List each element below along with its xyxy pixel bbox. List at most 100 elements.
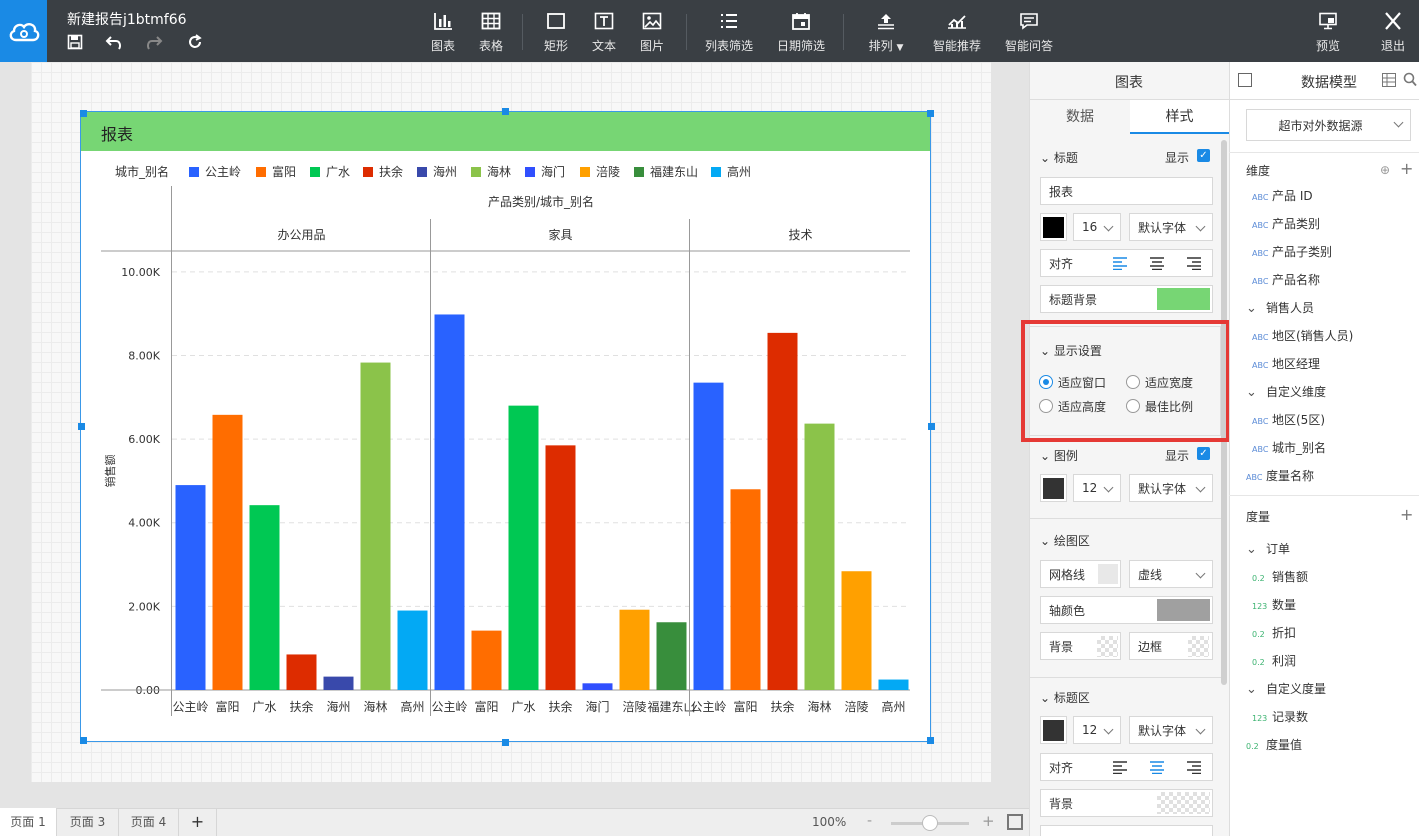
title-color-picker[interactable] xyxy=(1040,213,1067,241)
align-left-icon[interactable] xyxy=(1112,256,1128,273)
page-tab-3[interactable]: 页面 3 xyxy=(57,808,119,836)
plot-section-header[interactable]: ⌄ 绘图区 xyxy=(1040,532,1090,549)
bar[interactable] xyxy=(619,609,650,690)
globe-icon[interactable]: ⊕ xyxy=(1380,163,1390,177)
title-font-size-select[interactable]: 16 xyxy=(1073,213,1121,241)
bar[interactable] xyxy=(878,679,909,690)
bar[interactable] xyxy=(656,622,687,690)
title-area-bg-swatch[interactable] xyxy=(1157,792,1210,814)
title-area-color-picker[interactable] xyxy=(1040,716,1067,744)
title-text-input[interactable]: 报表 xyxy=(1040,177,1213,205)
tab-style[interactable]: 样式 xyxy=(1130,100,1229,134)
legend-show-checkbox[interactable]: ✓ xyxy=(1197,447,1210,460)
field-name: 销售额 xyxy=(1272,570,1309,584)
field-item[interactable]: 0.2 折扣 xyxy=(1252,624,1296,641)
bar[interactable] xyxy=(397,610,428,690)
field-item[interactable]: ABC 地区(销售人员) xyxy=(1252,327,1353,344)
add-measure-icon[interactable]: + xyxy=(1400,505,1413,524)
gridline-style-select[interactable]: 虚线 xyxy=(1129,560,1213,588)
dimension-label: 维度 xyxy=(1246,164,1271,178)
title-section-header[interactable]: ⌄ 标题 xyxy=(1040,149,1078,166)
x-tick-label: 公主岭 xyxy=(431,700,467,714)
field-item[interactable]: 123 记录数 xyxy=(1252,708,1308,725)
title-area-font-family-select[interactable]: 默认字体 xyxy=(1129,716,1213,744)
collapse-panel-icon[interactable] xyxy=(1238,73,1252,87)
search-icon[interactable] xyxy=(1403,72,1417,90)
zoom-in-button[interactable]: + xyxy=(982,812,995,830)
radio-fit-window[interactable] xyxy=(1039,375,1053,389)
align-left-icon[interactable] xyxy=(1112,760,1128,777)
title-area-font-size-select[interactable]: 12 xyxy=(1073,716,1121,744)
plot-border-swatch[interactable] xyxy=(1188,636,1209,657)
field-item[interactable]: 0.2 销售额 xyxy=(1252,568,1308,585)
bar[interactable] xyxy=(841,571,872,690)
table-view-icon[interactable] xyxy=(1382,73,1396,90)
bar[interactable] xyxy=(212,414,243,690)
bar[interactable] xyxy=(582,683,613,690)
datasource-select[interactable]: 超市对外数据源 xyxy=(1246,109,1411,141)
field-folder[interactable]: ⌄ 销售人员 xyxy=(1246,299,1314,316)
radio-best-ratio[interactable] xyxy=(1126,399,1140,413)
next-row-cutoff xyxy=(1040,825,1213,836)
title-area-section-header[interactable]: ⌄ 标题区 xyxy=(1040,689,1090,706)
align-center-icon[interactable] xyxy=(1149,256,1165,273)
legend-font-family-select[interactable]: 默认字体 xyxy=(1129,474,1213,502)
add-dimension-icon[interactable]: + xyxy=(1400,159,1413,178)
field-item[interactable]: 0.2 利润 xyxy=(1252,652,1296,669)
exit-button[interactable]: 退出 xyxy=(1373,10,1413,54)
tab-data[interactable]: 数据 xyxy=(1030,100,1130,134)
radio-fit-width[interactable] xyxy=(1126,375,1140,389)
field-name: 地区(5区) xyxy=(1272,413,1325,427)
align-center-icon[interactable] xyxy=(1149,760,1165,777)
legend-color-picker[interactable] xyxy=(1040,474,1067,502)
bar[interactable] xyxy=(323,676,354,690)
group-label: 家具 xyxy=(548,227,572,242)
best-ratio-label: 最佳比例 xyxy=(1145,400,1194,414)
field-item[interactable]: ABC 地区(5区) xyxy=(1252,411,1325,428)
field-item[interactable]: ABC 产品名称 xyxy=(1252,271,1320,288)
field-folder[interactable]: ⌄ 自定义度量 xyxy=(1246,680,1326,697)
add-page-button[interactable]: + xyxy=(179,808,217,836)
field-item[interactable]: ABC 产品类别 xyxy=(1252,215,1320,232)
preview-button[interactable]: 预览 xyxy=(1308,10,1348,54)
legend-section-header[interactable]: ⌄ 图例 xyxy=(1040,447,1078,464)
bar[interactable] xyxy=(434,314,465,690)
axis-color-swatch[interactable] xyxy=(1157,599,1210,621)
page-tab-1[interactable]: 页面 1 xyxy=(0,808,57,836)
bar[interactable] xyxy=(249,505,280,690)
display-settings-header[interactable]: ⌄ 显示设置 xyxy=(1040,342,1102,359)
field-item[interactable]: 0.2 度量值 xyxy=(1246,736,1302,753)
gridline-color-swatch[interactable] xyxy=(1098,564,1118,584)
bar[interactable] xyxy=(360,362,391,690)
page-tab-4[interactable]: 页面 4 xyxy=(119,808,179,836)
field-folder[interactable]: ⌄ 订单 xyxy=(1246,540,1290,557)
bar[interactable] xyxy=(286,654,317,690)
bar[interactable] xyxy=(545,445,576,690)
legend-font-size-select[interactable]: 12 xyxy=(1073,474,1121,502)
align-right-icon[interactable] xyxy=(1186,760,1202,777)
title-bg-color-swatch[interactable] xyxy=(1157,288,1210,310)
bar[interactable] xyxy=(508,405,539,690)
field-item[interactable]: ABC 度量名称 xyxy=(1246,467,1314,484)
field-item[interactable]: ABC 地区经理 xyxy=(1252,355,1320,372)
title-font-family-select[interactable]: 默认字体 xyxy=(1129,213,1213,241)
bar[interactable] xyxy=(730,489,761,690)
field-item[interactable]: 123 数量 xyxy=(1252,596,1296,613)
group-label: 技术 xyxy=(788,228,812,242)
field-item[interactable]: ABC 产品 ID xyxy=(1252,187,1313,204)
bar[interactable] xyxy=(804,423,835,690)
bar[interactable] xyxy=(175,485,206,690)
zoom-slider-handle[interactable] xyxy=(922,815,938,831)
field-folder[interactable]: ⌄ 自定义维度 xyxy=(1246,383,1326,400)
radio-fit-height[interactable] xyxy=(1039,399,1053,413)
title-show-checkbox[interactable]: ✓ xyxy=(1197,149,1210,162)
align-right-icon[interactable] xyxy=(1186,256,1202,273)
bar[interactable] xyxy=(471,630,502,690)
field-item[interactable]: ABC 产品子类别 xyxy=(1252,243,1332,260)
field-item[interactable]: ABC 城市_别名 xyxy=(1252,439,1326,456)
bar[interactable] xyxy=(767,332,798,690)
bar[interactable] xyxy=(693,382,724,690)
zoom-out-button[interactable]: - xyxy=(867,813,872,829)
fit-screen-icon[interactable] xyxy=(1007,814,1023,830)
plot-bg-swatch[interactable] xyxy=(1097,636,1118,657)
